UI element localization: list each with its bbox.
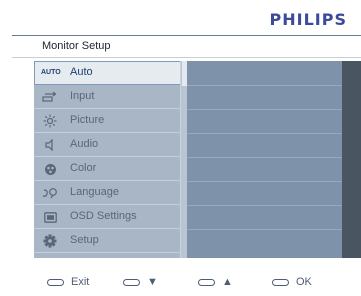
submenu-divider bbox=[187, 157, 342, 158]
submenu-panel bbox=[187, 61, 342, 258]
button-pill-icon bbox=[198, 278, 215, 286]
up-button[interactable]: ▲ bbox=[198, 275, 233, 289]
button-pill-icon bbox=[272, 278, 289, 286]
brand-logo: PHILIPS bbox=[269, 10, 347, 29]
submenu-divider bbox=[187, 181, 342, 182]
menu-item-label: Language bbox=[70, 186, 119, 198]
submenu-divider bbox=[187, 205, 342, 206]
menu-item-language[interactable]: Language bbox=[34, 181, 182, 205]
menu-item-label: Input bbox=[70, 90, 95, 102]
button-pill-icon bbox=[123, 278, 140, 286]
down-button[interactable]: ▼ bbox=[123, 275, 158, 289]
color-icon bbox=[42, 162, 58, 176]
menu-item-label: Audio bbox=[70, 138, 99, 150]
header-bar: Monitor Setup bbox=[12, 35, 361, 58]
menu-item-osd-settings[interactable]: OSD Settings bbox=[34, 205, 182, 229]
exit-label: Exit bbox=[71, 276, 90, 288]
page-title: Monitor Setup bbox=[42, 40, 111, 52]
menu-item-color[interactable]: Color bbox=[34, 157, 182, 181]
submenu-divider bbox=[187, 109, 342, 110]
submenu-divider bbox=[187, 133, 342, 134]
menu-item-label: Picture bbox=[70, 114, 105, 126]
menu-item-label: Auto bbox=[70, 66, 93, 78]
menu-item-label: Color bbox=[70, 162, 97, 174]
menu-scrollbar[interactable] bbox=[180, 61, 187, 258]
menu-item-auto[interactable]: AUTO Auto bbox=[34, 61, 182, 85]
submenu-divider bbox=[187, 85, 342, 86]
menu-item-audio[interactable]: Audio bbox=[34, 133, 182, 157]
menu-item-picture[interactable]: Picture bbox=[34, 109, 182, 133]
language-icon bbox=[42, 186, 58, 200]
menu-item-label: OSD Settings bbox=[70, 210, 137, 222]
osd-icon bbox=[42, 210, 58, 224]
input-icon bbox=[42, 90, 58, 104]
ok-button[interactable]: OK bbox=[272, 275, 312, 289]
audio-icon bbox=[42, 138, 58, 152]
footer-bar: Exit ▼ ▲ OK bbox=[0, 258, 361, 296]
picture-icon bbox=[42, 114, 58, 128]
menu-item-label: Setup bbox=[70, 234, 99, 246]
exit-button[interactable]: Exit bbox=[47, 275, 89, 289]
auto-icon: AUTO bbox=[41, 69, 61, 76]
up-arrow-icon: ▲ bbox=[222, 276, 233, 288]
menu-item-input[interactable]: Input bbox=[34, 85, 182, 109]
osd-menu: AUTO Auto Input Picture Audio Color Lang… bbox=[34, 61, 182, 258]
submenu-divider bbox=[187, 229, 342, 230]
value-panel bbox=[342, 61, 361, 258]
setup-icon bbox=[42, 234, 58, 248]
menu-item-setup[interactable]: Setup bbox=[34, 229, 182, 253]
button-pill-icon bbox=[47, 278, 64, 286]
down-arrow-icon: ▼ bbox=[147, 276, 158, 288]
ok-label: OK bbox=[296, 276, 312, 288]
